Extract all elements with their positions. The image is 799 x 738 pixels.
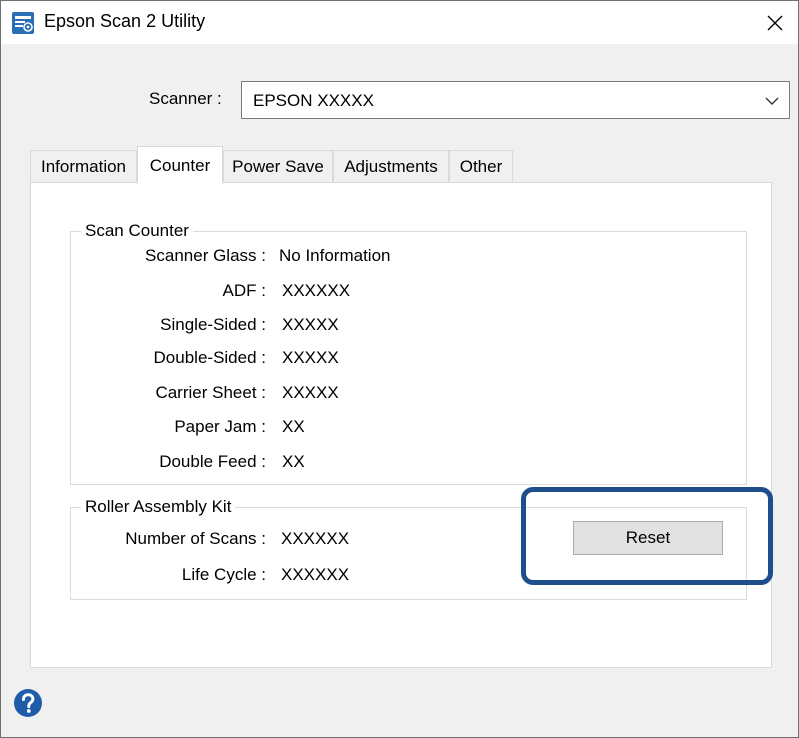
window-title: Epson Scan 2 Utility (44, 11, 206, 31)
tab-counter[interactable]: Counter (137, 146, 223, 184)
tab-label: Power Save (232, 157, 324, 176)
tab-adjustments[interactable]: Adjustments (333, 150, 449, 183)
number-of-scans-label: Number of Scans : (125, 529, 266, 548)
epson-scan-app-icon (12, 12, 34, 34)
life-cycle-value: XXXXXX (281, 565, 350, 584)
scanner-selected-value: EPSON XXXXX (253, 91, 374, 110)
tab-label: Adjustments (344, 157, 438, 176)
scanner-glass-label: Scanner Glass : (145, 246, 266, 265)
number-of-scans-value: XXXXXX (281, 529, 350, 548)
help-icon[interactable] (13, 688, 43, 718)
double-feed-label: Double Feed : (159, 452, 266, 471)
utility-window: Epson Scan 2 Utility Scanner : EPSON XXX… (0, 0, 799, 738)
tab-label: Information (40, 157, 127, 176)
close-button[interactable] (756, 5, 794, 41)
title-bar: Epson Scan 2 Utility (1, 1, 798, 45)
double-feed-value: XX (282, 452, 305, 471)
single-sided-label: Single-Sided : (160, 315, 266, 334)
tab-power-save[interactable]: Power Save (223, 150, 333, 183)
scanner-glass-value: No Information (279, 246, 391, 265)
tab-other[interactable]: Other (449, 150, 513, 183)
reset-button[interactable]: Reset (573, 521, 723, 555)
tab-label: Other (459, 157, 503, 176)
tab-label: Counter (149, 155, 211, 175)
scanner-select[interactable]: EPSON XXXXX (241, 81, 790, 119)
adf-label: ADF : (222, 281, 266, 300)
paper-jam-label: Paper Jam : (174, 417, 266, 436)
tab-information[interactable]: Information (30, 150, 137, 183)
paper-jam-value: XX (282, 417, 305, 436)
close-icon (767, 15, 783, 31)
carrier-sheet-value: XXXXX (282, 383, 339, 402)
roller-kit-title: Roller Assembly Kit (81, 497, 236, 517)
chevron-down-icon (765, 97, 779, 105)
life-cycle-label: Life Cycle : (181, 565, 266, 584)
carrier-sheet-label: Carrier Sheet : (155, 383, 266, 402)
scan-counter-title: Scan Counter (81, 221, 193, 241)
single-sided-value: XXXXX (282, 315, 339, 334)
adf-value: XXXXXX (282, 281, 351, 300)
double-sided-value: XXXXX (282, 348, 339, 367)
double-sided-label: Double-Sided : (153, 348, 266, 367)
scanner-label: Scanner : (149, 89, 222, 108)
